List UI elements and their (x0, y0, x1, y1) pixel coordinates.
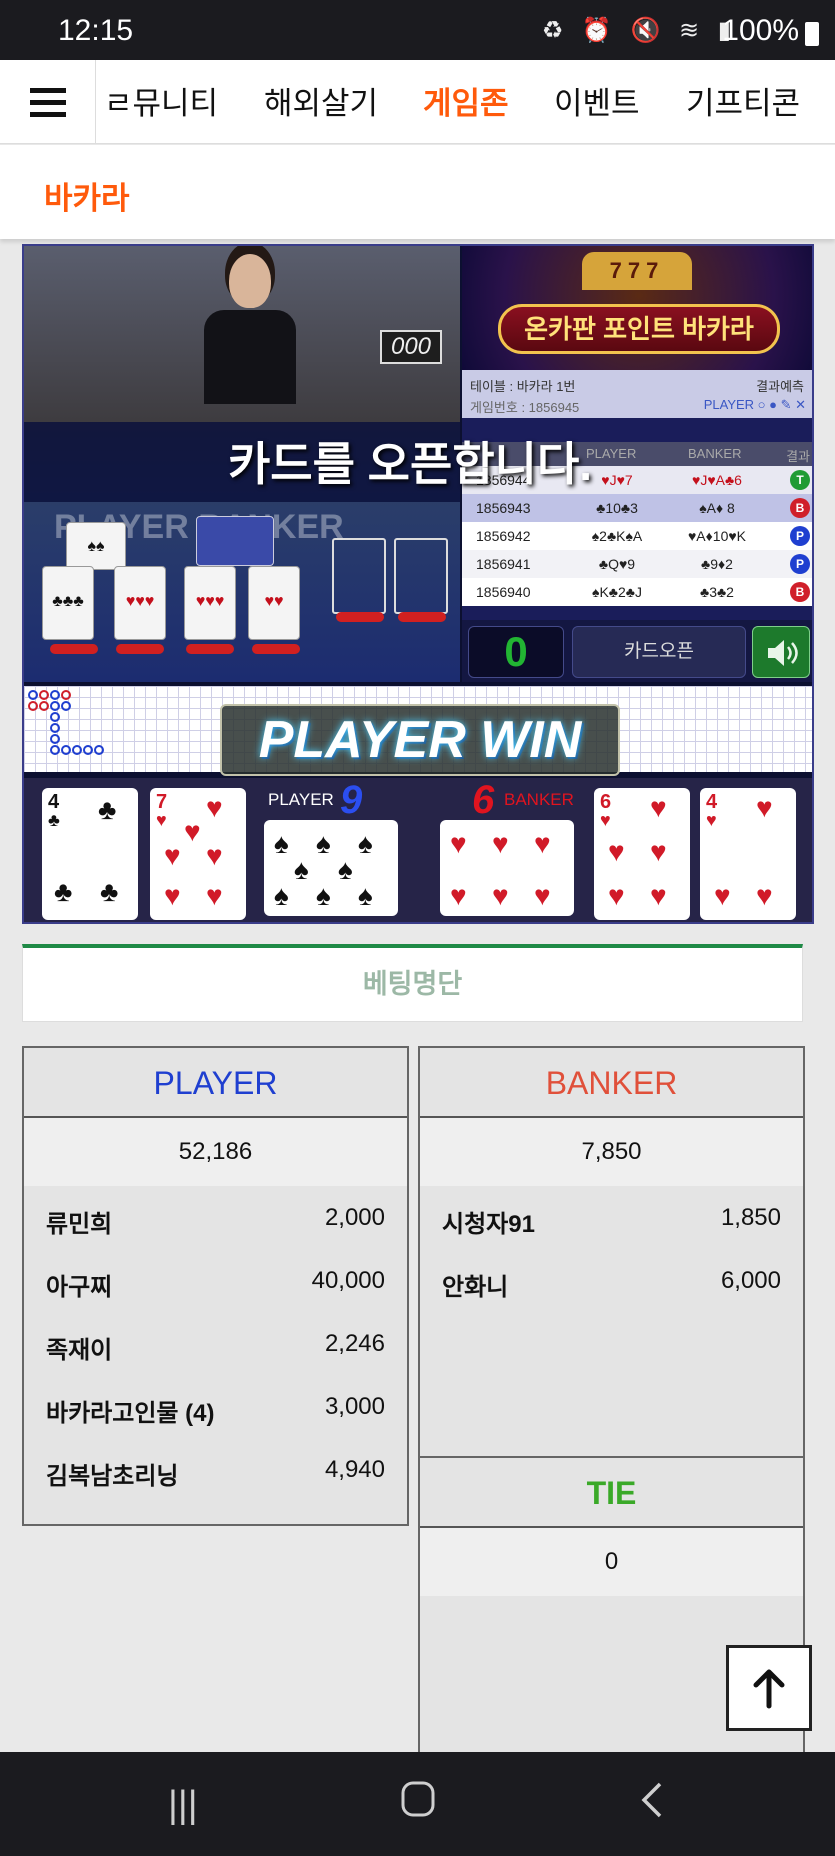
banker-card-1: ♥ ♥ ♥ ♥ ♥ ♥ (440, 820, 574, 916)
slot-machine-graphic: 777 (582, 252, 692, 290)
banker-bet-total: 7,850 (420, 1118, 803, 1186)
status-time: 12:15 (58, 14, 134, 47)
player-bet-total: 52,186 (24, 1118, 407, 1186)
result-player-badge: P (790, 526, 810, 546)
nav-items: ㄹ뮤니티 해외살기 게임존 이벤트 기프티콘 (96, 60, 835, 144)
player-score: 9 (340, 778, 363, 822)
bet-row: 김복남초리닝 4,940 (46, 1456, 385, 1490)
tie-bet-total: 0 (420, 1528, 803, 1596)
arrow-up-icon (753, 1669, 785, 1709)
video-card: ♣♣♣ (42, 566, 94, 640)
countdown-display: 0 (468, 626, 564, 678)
result-cards: 4 ♣ ♣ ♣ ♣ 7 ♥ ♥ ♥ ♥ ♥ ♥ ♥ PLAYER 9 ♠ ♠ ♠… (24, 778, 812, 922)
open-cards-button[interactable]: 카드오픈 (572, 626, 746, 678)
sub-nav-baccarat[interactable]: 바카라 (44, 173, 130, 218)
video-card: ♥♥♥ (114, 566, 166, 640)
bet-row: 류민희 2,000 (46, 1204, 385, 1238)
bet-row: 아구찌 40,000 (46, 1267, 385, 1301)
battery-icon (805, 22, 819, 46)
nav-item-gamezone[interactable]: 게임존 (423, 78, 509, 123)
history-row: 1856942 ♠2♣K♠A ♥A♦10♥K P (462, 522, 812, 550)
table-sign: 000 (380, 330, 442, 364)
bet-row: 시청자91 1,850 (442, 1204, 781, 1238)
recent-apps-icon[interactable]: ||| (168, 1784, 198, 1827)
banker-card-2: 6 ♥ ♥ ♥ ♥ ♥ ♥ (594, 788, 690, 920)
history-row: 1856940 ♠K♣2♣J ♣3♣2 B (462, 578, 812, 606)
player-card-1: 4 ♣ ♣ ♣ ♣ (42, 788, 138, 920)
banker-score-label: BANKER (504, 790, 574, 809)
player-bet-panel: PLAYER 52,186 류민희 2,000 아구찌 40,000 족재이 2… (22, 1046, 409, 1526)
video-card: ♥♥♥ (184, 566, 236, 640)
player-score-label: PLAYER (268, 790, 334, 809)
status-bar: 12:15 ♻ ⏰ 🔇 ≋ ▮ 100% (0, 0, 835, 60)
tie-bet-header: TIE (420, 1458, 803, 1528)
table-info: 테이블 : 바카라 1번 결과예측 게임번호 : 1856945 PLAYER … (462, 370, 812, 418)
nav-item-gifticon[interactable]: 기프티콘 (686, 78, 800, 123)
game-controls: 0 카드오픈 (462, 620, 812, 682)
announcement-text: 카드를 오픈합니다. (227, 438, 593, 490)
video-card: ♠♠ (66, 522, 126, 570)
nav-item-community[interactable]: ㄹ뮤니티 (104, 78, 218, 123)
video-card (196, 516, 274, 566)
promo-banner: 777 온카판 포인트 바카라 (462, 246, 812, 370)
video-card: ♥♥ (248, 566, 300, 640)
dealer-image (204, 254, 296, 404)
card-slot (394, 538, 448, 614)
speaker-icon (768, 640, 798, 666)
result-banker-badge: B (790, 498, 810, 518)
system-nav-bar: ||| (0, 1752, 835, 1856)
nav-item-event[interactable]: 이벤트 (554, 78, 640, 123)
win-banner: PLAYER WIN (220, 704, 620, 776)
betting-list-title: 베팅명단 (22, 944, 803, 1022)
bet-row: 족재이 2,246 (46, 1330, 385, 1364)
promo-title: 온카판 포인트 바카라 (498, 304, 780, 354)
menu-icon[interactable] (0, 60, 96, 144)
banker-card-3: 4 ♥ ♥ ♥ ♥ (700, 788, 796, 920)
result-banker-badge: B (790, 582, 810, 602)
battery-percent: 100% (722, 14, 799, 47)
table-name: 테이블 : 바카라 1번 (470, 379, 576, 394)
home-icon[interactable] (400, 1780, 436, 1828)
back-icon[interactable] (640, 1780, 664, 1830)
result-player-badge: P (790, 554, 810, 574)
scroll-top-button[interactable] (726, 1645, 812, 1731)
game-number: 게임번호 : 1856945 (470, 400, 580, 415)
history-row: 1856943 ♣10♣3 ♠A♦ 8 B (462, 494, 812, 522)
banker-bet-header: BANKER (420, 1048, 803, 1118)
banker-bet-panel: BANKER 7,850 시청자91 1,850 안화니 6,000 (418, 1046, 805, 1458)
player-card-3: ♠ ♠ ♠ ♠ ♠ ♠ ♠ ♠ (264, 820, 398, 916)
top-nav: ㄹ뮤니티 해외살기 게임존 이벤트 기프티콘 (0, 60, 835, 144)
baccarat-game: 000 PLAYER BANKER ♠♠ ♣♣♣ ♥♥♥ ♥♥♥ ♥♥ 777 … (22, 244, 814, 924)
player-card-2: 7 ♥ ♥ ♥ ♥ ♥ ♥ ♥ (150, 788, 246, 920)
card-slot (332, 538, 386, 614)
sound-toggle-button[interactable] (752, 626, 810, 678)
nav-item-overseas[interactable]: 해외살기 (264, 78, 378, 123)
history-row: 1856941 ♣Q♥9 ♣9♦2 P (462, 550, 812, 578)
prediction-label: 결과예측 (756, 379, 804, 394)
sub-nav: 바카라 (0, 145, 835, 239)
player-bet-header: PLAYER (24, 1048, 407, 1118)
banker-score: 6 (472, 778, 495, 822)
prediction-controls[interactable]: PLAYER ○ ● ✎ ✕ (704, 397, 806, 413)
bet-row: 바카라고인물 (4) 3,000 (46, 1393, 385, 1427)
bet-row: 안화니 6,000 (442, 1267, 781, 1301)
status-icons: ♻ ⏰ 🔇 ≋ ▮ (541, 17, 737, 44)
